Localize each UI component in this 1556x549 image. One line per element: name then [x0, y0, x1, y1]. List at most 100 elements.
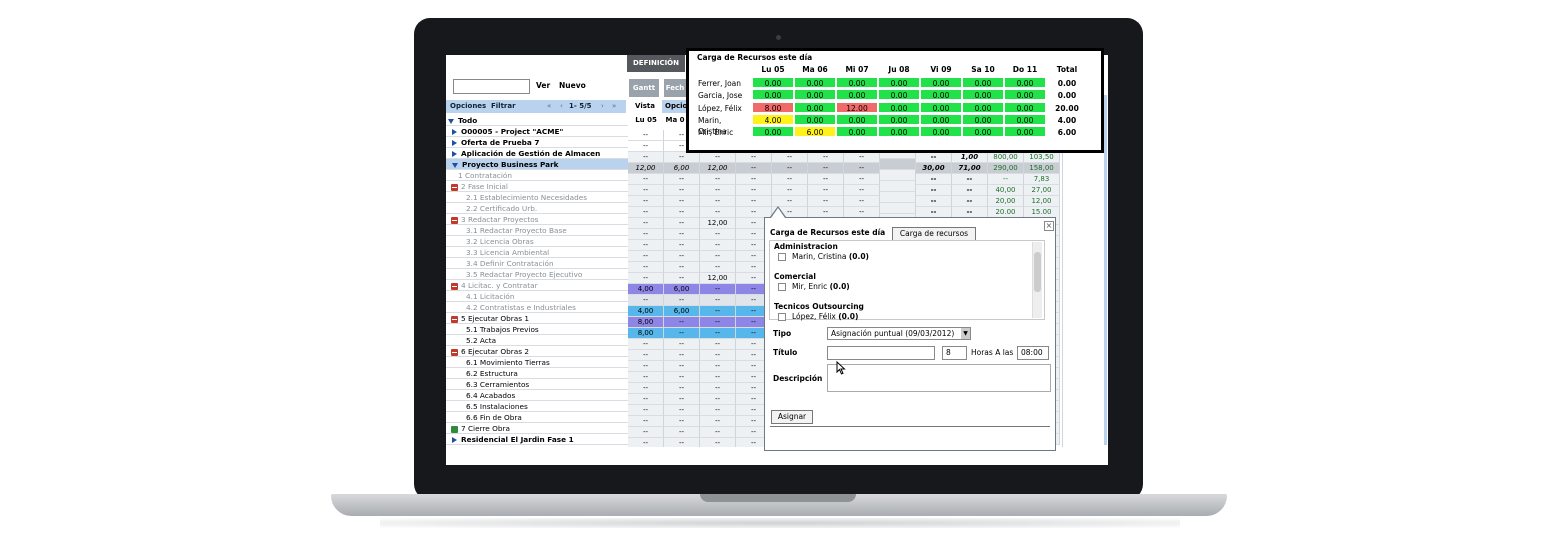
tree-row[interactable]: 6.2 Estructura	[446, 368, 628, 379]
collapse-icon[interactable]	[451, 348, 458, 356]
nuevo-link[interactable]: Nuevo	[559, 81, 586, 90]
vista-tab[interactable]: Vista	[631, 100, 659, 113]
load-cell[interactable]: 0.00	[752, 77, 794, 88]
load-cell[interactable]: 0.00	[878, 101, 920, 113]
load-cell[interactable]: 0.00	[836, 89, 878, 101]
first-page-icon[interactable]: «	[547, 102, 551, 110]
load-cell[interactable]: 0.00	[836, 126, 878, 138]
resource-checkbox[interactable]	[778, 283, 786, 291]
fecha-button[interactable]: Fech	[664, 79, 686, 97]
resource-checkbox[interactable]	[778, 253, 786, 261]
ver-link[interactable]: Ver	[536, 81, 550, 90]
resource-member[interactable]: López, Félix (0.0)	[778, 312, 858, 321]
filtrar-link[interactable]: Filtrar	[491, 102, 516, 110]
load-cell[interactable]: 12.00	[836, 101, 878, 113]
tree-row[interactable]: 7 Cierre Obra	[446, 423, 628, 434]
collapsed-icon[interactable]	[452, 140, 457, 146]
resource-checkbox[interactable]	[778, 313, 786, 321]
load-cell[interactable]: 0.00	[1004, 101, 1046, 113]
opciones-link[interactable]: Opciones	[450, 102, 486, 110]
scrollbar-thumb[interactable]	[1034, 252, 1041, 292]
definicion-tab[interactable]: DEFINICIÓN	[627, 55, 685, 72]
load-cell[interactable]: 0.00	[878, 126, 920, 138]
asignar-button[interactable]: Asignar	[771, 410, 813, 424]
load-cell[interactable]: 0.00	[836, 113, 878, 125]
tree-row[interactable]: 6.5 Instalaciones	[446, 401, 628, 412]
tree-row[interactable]: 5.1 Trabajos Previos	[446, 324, 628, 335]
load-cell[interactable]: 0.00	[752, 89, 794, 101]
gantt-button[interactable]: Gantt	[629, 79, 659, 97]
load-cell[interactable]: 0.00	[920, 77, 962, 88]
collapse-icon[interactable]	[451, 282, 458, 290]
collapse-icon[interactable]	[451, 216, 458, 224]
tree-row[interactable]: 4 Licitac. y Contratar	[446, 280, 628, 291]
load-cell[interactable]: 0.00	[794, 89, 836, 101]
collapsed-icon[interactable]	[452, 151, 457, 157]
last-page-icon[interactable]: »	[612, 102, 616, 110]
tree-row[interactable]: 3.4 Definir Contratación	[446, 258, 628, 269]
tree-row[interactable]: 6.6 Fin de Obra	[446, 412, 628, 423]
load-cell[interactable]: 0.00	[962, 101, 1004, 113]
opciones-tab[interactable]: Opcio	[662, 100, 689, 113]
load-cell[interactable]: 0.00	[962, 126, 1004, 138]
tree-row[interactable]: 1 Contratación	[446, 170, 628, 181]
load-cell[interactable]: 4.00	[752, 113, 794, 125]
grid-cell[interactable]	[880, 159, 916, 170]
tree-row[interactable]: 3.5 Redactar Proyecto Ejecutivo	[446, 269, 628, 280]
tree-row[interactable]: 6.3 Cerramientos	[446, 379, 628, 390]
carga-recursos-button[interactable]: Carga de recursos	[892, 227, 976, 241]
load-cell[interactable]: 0.00	[920, 101, 962, 113]
load-cell[interactable]: 0.00	[1004, 126, 1046, 138]
tree-row[interactable]: 3.2 Licencia Obras	[446, 236, 628, 247]
load-cell[interactable]: 0.00	[920, 126, 962, 138]
load-cell[interactable]: 0.00	[836, 77, 878, 88]
resource-member[interactable]: Mir, Enric (0.0)	[778, 282, 850, 291]
load-cell[interactable]: 8.00	[752, 101, 794, 113]
tree-row[interactable]: 5.2 Acta	[446, 335, 628, 346]
next-page-icon[interactable]: ›	[601, 102, 604, 110]
resource-list-scrollbar[interactable]	[1032, 242, 1042, 318]
tipo-select[interactable]: Asignación puntual (09/03/2012) ▼	[827, 327, 971, 340]
grid-cell[interactable]	[880, 170, 916, 181]
tree-row[interactable]: 3.3 Licencia Ambiental	[446, 247, 628, 258]
tree-row[interactable]: 6 Ejecutar Obras 2	[446, 346, 628, 357]
tree-root[interactable]: Todo	[446, 115, 628, 126]
load-cell[interactable]: 6.00	[794, 126, 836, 138]
tree-row[interactable]: 4.1 Licitación	[446, 291, 628, 302]
close-icon[interactable]: ×	[1044, 221, 1054, 231]
tree-row[interactable]: O00005 - Project "ACME"	[446, 126, 628, 137]
time-input[interactable]: 08:00	[1017, 346, 1049, 360]
load-cell[interactable]: 0.00	[962, 113, 1004, 125]
tree-row[interactable]: 2 Fase Inicial	[446, 181, 628, 192]
tree-row[interactable]: 2.1 Establecimiento Necesidades	[446, 192, 628, 203]
load-cell[interactable]: 0.00	[962, 77, 1004, 88]
resource-member[interactable]: Marin, Cristina (0.0)	[778, 252, 869, 261]
tree-row[interactable]: 6.1 Movimiento Tierras	[446, 357, 628, 368]
load-cell[interactable]: 0.00	[878, 113, 920, 125]
tree-row[interactable]: Residencial El Jardin Fase 1	[446, 434, 628, 445]
titulo-input[interactable]	[827, 346, 935, 360]
grid-cell[interactable]	[880, 203, 916, 214]
load-cell[interactable]: 0.00	[1004, 113, 1046, 125]
hours-input[interactable]: 8	[942, 346, 967, 360]
grid-cell[interactable]	[880, 192, 916, 203]
load-cell[interactable]: 0.00	[962, 89, 1004, 101]
tree-row[interactable]: Oferta de Prueba 7	[446, 137, 628, 148]
chevron-down-icon[interactable]: ▼	[961, 328, 970, 339]
load-cell[interactable]: 0.00	[794, 77, 836, 88]
tree-row[interactable]: 4.2 Contratistas e Industriales	[446, 302, 628, 313]
expand-icon[interactable]	[452, 162, 458, 168]
expand-plus-icon[interactable]	[451, 425, 458, 433]
tree-row[interactable]: 3 Redactar Proyectos	[446, 214, 628, 225]
load-cell[interactable]: 0.00	[752, 126, 794, 138]
prev-page-icon[interactable]: ‹	[560, 102, 563, 110]
load-cell[interactable]: 0.00	[920, 89, 962, 101]
tree-row[interactable]: Aplicación de Gestión de Almacen	[446, 148, 628, 159]
load-cell[interactable]: 0.00	[794, 113, 836, 125]
grid-cell[interactable]	[880, 181, 916, 192]
search-input[interactable]	[453, 79, 530, 94]
load-cell[interactable]: 0.00	[1004, 77, 1046, 88]
tree-row[interactable]: 2.2 Certificado Urb.	[446, 203, 628, 214]
load-cell[interactable]: 0.00	[1004, 89, 1046, 101]
collapsed-icon[interactable]	[452, 437, 457, 443]
